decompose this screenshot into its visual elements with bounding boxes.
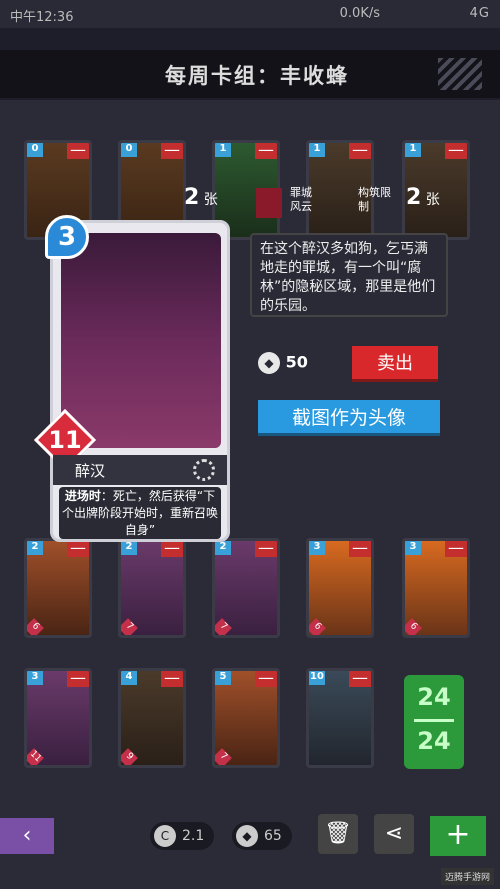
card-power-badge: 11 (27, 748, 44, 765)
card-cost-badge: 3 (405, 541, 421, 555)
flavor-text: 在这个醉汉多如狗，乞丐满地走的罪城，有一个叫“腐林”的隐秘区域，那里是他们的乐园… (250, 233, 448, 317)
card-cost-badge: 2 (121, 541, 137, 555)
deck-card[interactable]: 3 — 11 (24, 668, 92, 768)
sell-value: ◆ 50 (258, 352, 308, 374)
selected-card[interactable]: 3 11 醉汉 进场时：死亡，然后获得“下个出牌阶段开始时，重新召唤自身” (33, 215, 230, 542)
card-power-badge: 6 (405, 618, 422, 635)
status-time: 中午12:36 (10, 10, 74, 25)
back-button[interactable]: ‹ (0, 818, 54, 854)
count-right-unit: 张 (425, 192, 440, 208)
deck-card[interactable]: 3 — 6 (402, 538, 470, 638)
remove-card-button[interactable]: — (161, 143, 183, 159)
card-description: 进场时：死亡，然后获得“下个出牌阶段开始时，重新召唤自身” (59, 487, 221, 539)
card-cost-badge: 3 (309, 541, 325, 555)
deck-card[interactable]: 3 — 6 (306, 538, 374, 638)
avg-cost-value: 2.1 (182, 828, 205, 844)
faction-icon (256, 188, 282, 218)
card-power-badge: 6 (309, 618, 326, 635)
remove-card-button[interactable]: — (161, 541, 183, 557)
shard-icon: ◆ (236, 825, 258, 847)
count-left-unit: 张 (203, 192, 218, 208)
shards-stat: ◆ 65 (232, 822, 292, 850)
card-cost-badge: 0 (121, 143, 137, 157)
remove-card-button[interactable]: — (445, 541, 467, 557)
sell-button[interactable]: 卖出 (352, 346, 438, 382)
count-left-value: 2 (184, 185, 200, 210)
card-cost-badge: 2 (27, 541, 43, 555)
page-title: 每周卡组：丰收蜂 (165, 64, 349, 88)
count-right-value: 2 (406, 185, 422, 210)
card-cost: 3 (45, 215, 89, 259)
deck-card[interactable]: 10 — (306, 668, 374, 768)
card-name-bar: 醉汉 (53, 455, 227, 485)
remove-card-button[interactable]: — (349, 671, 371, 687)
deck-count-current: 24 (417, 683, 451, 711)
card-cost-badge: 10 (309, 671, 325, 685)
remove-card-button[interactable]: — (255, 671, 277, 687)
shards-value: 65 (264, 828, 282, 844)
count-right: 2 张 (406, 185, 440, 210)
remove-card-button[interactable]: — (67, 143, 89, 159)
status-network: 4G (469, 6, 490, 21)
card-cost-badge: 4 (121, 671, 137, 685)
card-desc-keyword: 进场时 (64, 489, 101, 503)
remove-card-button[interactable]: — (67, 671, 89, 687)
remove-card-button[interactable]: — (67, 541, 89, 557)
deck-card[interactable]: 4 — 9 (118, 668, 186, 768)
gear-icon (193, 459, 215, 481)
card-power-badge: 7 (121, 618, 138, 635)
trash-icon[interactable]: 🗑 (318, 814, 358, 854)
card-cost-badge: 1 (309, 143, 325, 157)
add-card-button[interactable]: + (430, 816, 486, 856)
remove-card-button[interactable]: — (255, 541, 277, 557)
coin-icon: ◆ (258, 352, 280, 374)
remove-card-button[interactable]: — (445, 143, 467, 159)
card-cost-badge: 2 (215, 541, 231, 555)
deck-count-divider (414, 719, 454, 722)
card-cost-badge: 5 (215, 671, 231, 685)
avg-cost-stat: C 2.1 (150, 822, 215, 850)
remove-card-button[interactable]: — (349, 541, 371, 557)
watermark: 迈腾手游网 (440, 868, 494, 885)
card-name: 醉汉 (75, 462, 106, 480)
card-power-value: 11 (48, 426, 82, 454)
decor-stripes (438, 58, 482, 90)
remove-card-button[interactable]: — (349, 143, 371, 159)
faction-label: 罪城风云 (290, 186, 312, 213)
deck-card[interactable]: 2 — 7 (118, 538, 186, 638)
card-cost-badge: 0 (27, 143, 43, 157)
deck-card[interactable]: 2 — 7 (212, 538, 280, 638)
card-cost-badge: 3 (27, 671, 43, 685)
card-power-badge: 7 (215, 618, 232, 635)
deck-card[interactable]: 5 — 7 (212, 668, 280, 768)
share-icon[interactable]: ⋖ (374, 814, 414, 854)
deck-count-max: 24 (417, 727, 451, 755)
card-power-badge: 6 (27, 618, 44, 635)
deck-count: 24 24 (404, 675, 464, 769)
status-net: 0.0K/s (339, 6, 380, 21)
card-art (61, 233, 221, 448)
sell-value-amount: 50 (285, 352, 308, 372)
deck-card[interactable]: 2 — 6 (24, 538, 92, 638)
remove-card-button[interactable]: — (255, 143, 277, 159)
card-power-badge: 9 (121, 748, 138, 765)
card-power-badge: 7 (215, 748, 232, 765)
count-left: 2 张 (184, 185, 218, 210)
card-cost-badge: 1 (215, 143, 231, 157)
status-bar: 中午12:36 0.0K/s 4G (0, 0, 500, 28)
cost-icon: C (154, 825, 176, 847)
limit-label: 构筑限制 (358, 186, 391, 213)
remove-card-button[interactable]: — (161, 671, 183, 687)
card-cost-badge: 1 (405, 143, 421, 157)
set-avatar-button[interactable]: 截图作为头像 (258, 400, 440, 436)
